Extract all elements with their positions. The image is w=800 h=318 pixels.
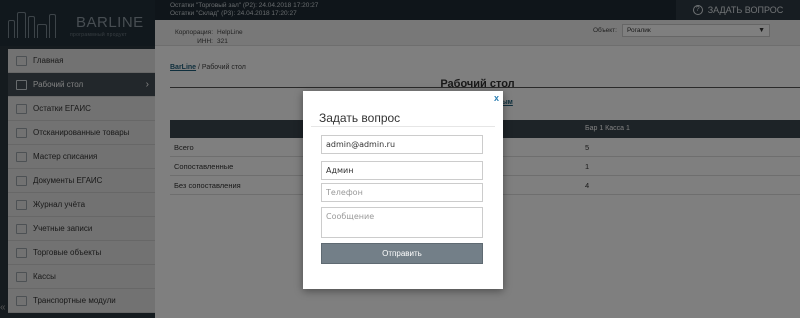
close-icon[interactable]: x — [494, 93, 499, 103]
email-field[interactable] — [321, 135, 483, 154]
modal-divider — [311, 126, 495, 127]
name-field[interactable] — [321, 161, 483, 180]
submit-button[interactable]: Отправить — [321, 243, 483, 264]
ask-question-modal: x Задать вопрос Отправить — [303, 91, 503, 289]
modal-title: Задать вопрос — [319, 111, 401, 125]
message-field[interactable] — [321, 207, 483, 238]
phone-field[interactable] — [321, 183, 483, 202]
